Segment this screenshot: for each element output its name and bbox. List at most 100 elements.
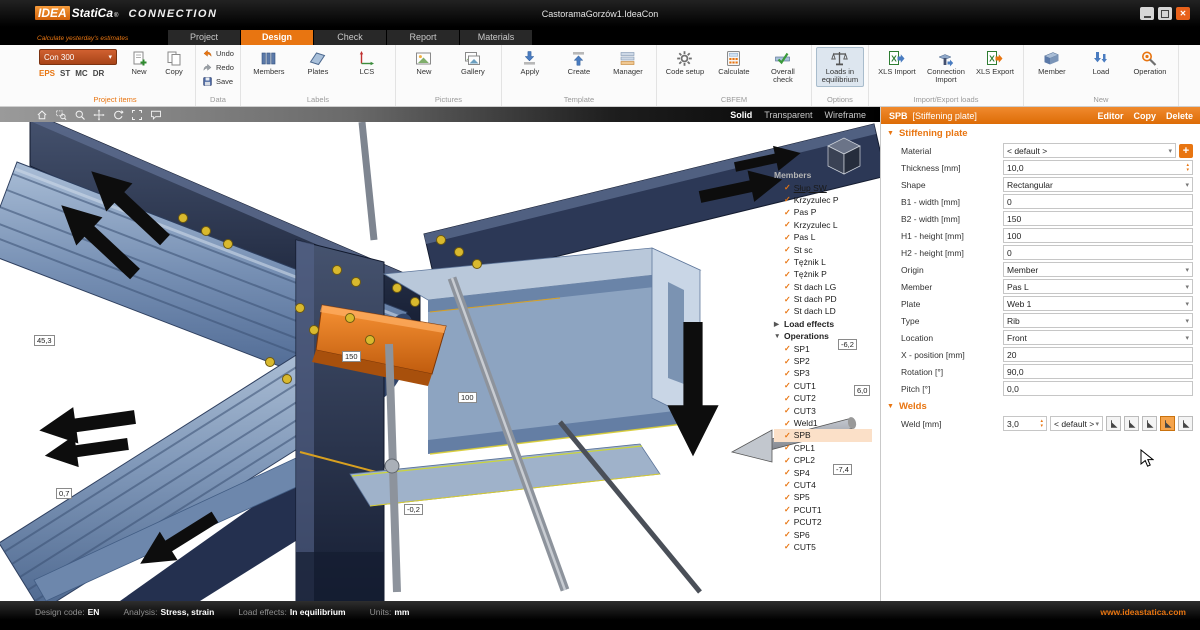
- weld-type-3-button[interactable]: [1142, 416, 1157, 431]
- shape-dropdown[interactable]: Rectangular▾: [1003, 177, 1193, 192]
- mode-st[interactable]: ST: [60, 69, 70, 78]
- tree-operation-item[interactable]: ✓SP3: [774, 367, 872, 379]
- tree-member-item[interactable]: ✓Pas P: [774, 206, 872, 218]
- mode-eps[interactable]: EPS: [39, 69, 55, 78]
- tab-project[interactable]: Project: [168, 30, 240, 45]
- lcs-button[interactable]: LCS: [343, 47, 391, 78]
- spinner-control[interactable]: ▴▾: [1040, 419, 1043, 429]
- tree-member-item[interactable]: ✓Pas L: [774, 231, 872, 243]
- tree-member-item[interactable]: ✓St dach PD: [774, 293, 872, 305]
- spinner-control[interactable]: ▴▾: [1186, 163, 1189, 173]
- tree-operation-item[interactable]: ✓CUT3: [774, 404, 872, 416]
- copy-item-button[interactable]: Copy: [157, 47, 191, 78]
- weld-material-dropdown[interactable]: < default >▾: [1050, 416, 1103, 431]
- operation-button[interactable]: Operation: [1126, 47, 1174, 78]
- tree-section-operations[interactable]: ▼Operations: [774, 330, 872, 342]
- mode-mc[interactable]: MC: [75, 69, 87, 78]
- tree-operation-item[interactable]: ✓SP6: [774, 528, 872, 540]
- weld-type-2-button[interactable]: [1124, 416, 1139, 431]
- xls-export-button[interactable]: XXLS Export: [971, 47, 1019, 78]
- tree-operation-item[interactable]: ✓SP2: [774, 355, 872, 367]
- fit-icon[interactable]: [131, 109, 143, 121]
- tree-section-load-effects[interactable]: ▶Load effects: [774, 318, 872, 330]
- pan-icon[interactable]: [93, 109, 105, 121]
- tree-operation-item[interactable]: ✓CPL2: [774, 454, 872, 466]
- editor-action-button[interactable]: Editor: [1097, 111, 1123, 121]
- type-dropdown[interactable]: Rib▾: [1003, 313, 1193, 328]
- tree-member-item[interactable]: ✓Tężnik L: [774, 256, 872, 268]
- save-button[interactable]: Save: [200, 75, 235, 88]
- maximize-button[interactable]: [1158, 7, 1172, 20]
- section-welds[interactable]: ▼Welds: [881, 397, 1200, 415]
- website-link[interactable]: www.ideastatica.com: [1100, 607, 1190, 617]
- minimize-button[interactable]: [1140, 7, 1154, 20]
- connection-import-button[interactable]: Connection Import: [922, 47, 970, 87]
- x-position-mm-input[interactable]: 20: [1003, 347, 1193, 362]
- material-dropdown[interactable]: < default >▾: [1003, 143, 1176, 158]
- comment-icon[interactable]: [150, 109, 162, 121]
- gallery-button[interactable]: Gallery: [449, 47, 497, 78]
- apply-button[interactable]: Apply: [506, 47, 554, 78]
- new-item-button[interactable]: New: [122, 47, 156, 78]
- h2-height-mm-input[interactable]: 0: [1003, 245, 1193, 260]
- tree-operation-item[interactable]: ✓Weld1: [774, 417, 872, 429]
- member-column-central[interactable]: [296, 240, 384, 601]
- weld-type-1-button[interactable]: [1106, 416, 1121, 431]
- view-mode-solid[interactable]: Solid: [730, 110, 752, 120]
- tab-materials[interactable]: Materials: [460, 30, 532, 45]
- tree-operation-item[interactable]: ✓CPL1: [774, 442, 872, 454]
- tree-operation-item[interactable]: ✓CUT5: [774, 541, 872, 553]
- tree-operation-item[interactable]: ✓CUT4: [774, 479, 872, 491]
- rotation-input[interactable]: 90,0: [1003, 364, 1193, 379]
- weld-type-5-button[interactable]: [1178, 416, 1193, 431]
- tree-operation-item[interactable]: ✓SPB: [774, 429, 872, 441]
- b1-width-mm-input[interactable]: 0: [1003, 194, 1193, 209]
- code-setup-button[interactable]: Code setup: [661, 47, 709, 78]
- calculate-button[interactable]: Calculate: [710, 47, 758, 78]
- h1-height-mm-input[interactable]: 100: [1003, 228, 1193, 243]
- tree-operation-item[interactable]: ✓PCUT1: [774, 504, 872, 516]
- tree-member-item[interactable]: ✓Krzyzulec L: [774, 219, 872, 231]
- new-button[interactable]: New: [400, 47, 448, 78]
- tab-report[interactable]: Report: [387, 30, 459, 45]
- member-dropdown[interactable]: Pas L▾: [1003, 279, 1193, 294]
- origin-dropdown[interactable]: Member▾: [1003, 262, 1193, 277]
- overall-check-button[interactable]: Overall check: [759, 47, 807, 87]
- weld-type-4-button[interactable]: [1160, 416, 1175, 431]
- copy-action-button[interactable]: Copy: [1133, 111, 1156, 121]
- plate-dropdown[interactable]: Web 1▾: [1003, 296, 1193, 311]
- close-button[interactable]: [1176, 7, 1190, 20]
- tree-operation-item[interactable]: ✓SP5: [774, 491, 872, 503]
- undo-button[interactable]: Undo: [200, 47, 236, 60]
- create-button[interactable]: Create: [555, 47, 603, 78]
- tree-member-item[interactable]: ✓St dach LD: [774, 305, 872, 317]
- pitch-input[interactable]: 0,0: [1003, 381, 1193, 396]
- tree-member-item[interactable]: ✓Tężnik P: [774, 268, 872, 280]
- mode-dr[interactable]: DR: [93, 69, 105, 78]
- members-button[interactable]: Members: [245, 47, 293, 78]
- tree-operation-item[interactable]: ✓SP4: [774, 466, 872, 478]
- viewport-3d[interactable]: Solid Transparent Wireframe: [0, 107, 880, 601]
- location-dropdown[interactable]: Front▾: [1003, 330, 1193, 345]
- tab-design[interactable]: Design: [241, 30, 313, 45]
- zoom-icon[interactable]: [74, 109, 86, 121]
- connection-item-select[interactable]: Con 300▾: [39, 49, 117, 65]
- member-button[interactable]: Member: [1028, 47, 1076, 78]
- tree-member-item[interactable]: ✓St dach LG: [774, 281, 872, 293]
- tree-member-item[interactable]: ✓St sc: [774, 243, 872, 255]
- view-mode-wireframe[interactable]: Wireframe: [824, 110, 866, 120]
- plates-button[interactable]: Plates: [294, 47, 342, 78]
- load-button[interactable]: Load: [1077, 47, 1125, 78]
- tree-section-members[interactable]: Members: [774, 169, 872, 181]
- tree-member-item[interactable]: ✓Krzyzulec P: [774, 194, 872, 206]
- view-mode-transparent[interactable]: Transparent: [764, 110, 812, 120]
- add-material-button[interactable]: +: [1179, 144, 1193, 158]
- zoom-window-icon[interactable]: [55, 109, 67, 121]
- tab-check[interactable]: Check: [314, 30, 386, 45]
- xls-import-button[interactable]: XXLS Import: [873, 47, 921, 78]
- redo-button[interactable]: Redo: [200, 61, 236, 74]
- tree-operation-item[interactable]: ✓SP1: [774, 342, 872, 354]
- loads-in-equilibrium-button[interactable]: Loads in equilibrium: [816, 47, 864, 87]
- thickness-mm-input[interactable]: 10,0▴▾: [1003, 160, 1193, 175]
- manager-button[interactable]: Manager: [604, 47, 652, 78]
